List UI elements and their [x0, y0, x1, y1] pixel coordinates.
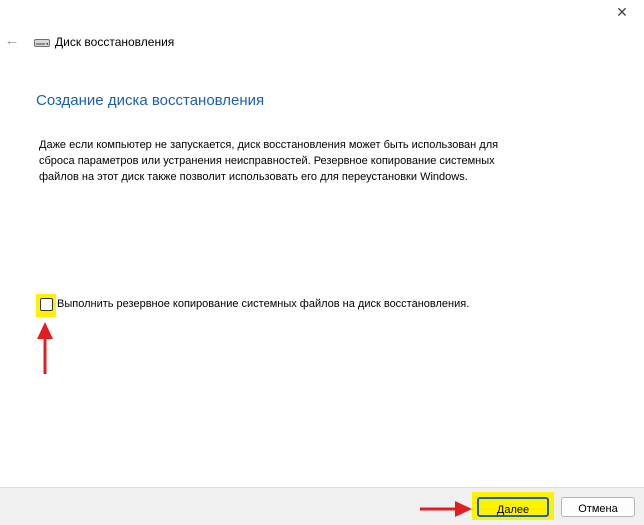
- cancel-button[interactable]: Отмена: [561, 497, 635, 517]
- description-line: Даже если компьютер не запускается, диск…: [39, 139, 499, 151]
- title-bar: ✕: [0, 0, 644, 30]
- description-line: файлов на этот диск также позволит испол…: [39, 171, 468, 183]
- page-heading: Создание диска восстановления: [36, 92, 265, 110]
- description-line: сброса параметров или устранения неиспра…: [39, 155, 495, 167]
- close-icon[interactable]: ✕: [614, 4, 630, 20]
- annotation-arrow-up: [37, 322, 53, 374]
- description-text: Даже если компьютер не запускается, диск…: [39, 137, 559, 185]
- next-button[interactable]: Далее: [477, 497, 549, 517]
- navigation-bar: ← Диск восстановления: [0, 30, 644, 56]
- backup-system-files-checkbox[interactable]: [40, 298, 53, 311]
- annotation-arrow-right: [420, 501, 472, 517]
- back-arrow-icon[interactable]: ←: [4, 33, 20, 50]
- drive-icon: [34, 39, 50, 47]
- backup-system-files-label[interactable]: Выполнить резервное копирование системны…: [57, 298, 469, 310]
- window-title: Диск восстановления: [55, 35, 175, 49]
